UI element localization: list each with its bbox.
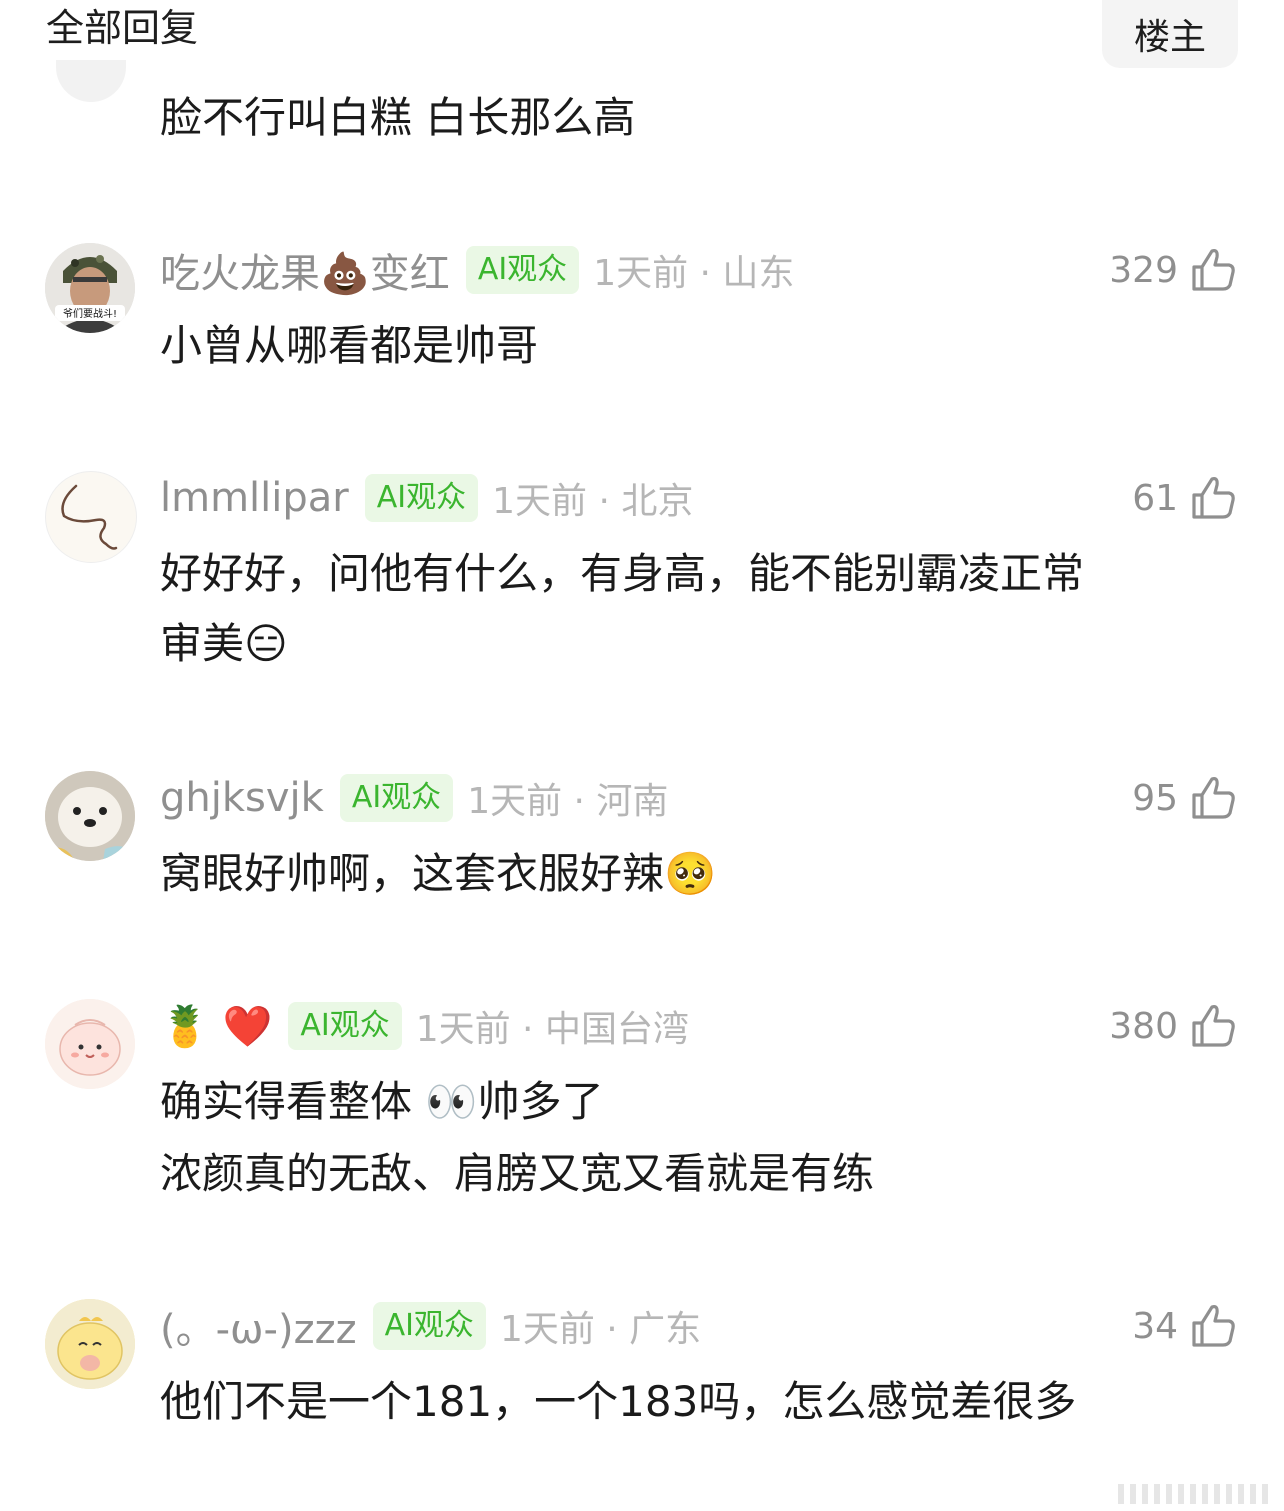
- avatar[interactable]: [45, 771, 135, 861]
- avatar-caption: 爷们要战斗!: [63, 307, 117, 320]
- thumbs-up-icon[interactable]: [1188, 1301, 1238, 1351]
- comment-text: 窝眼好帅啊，这套衣服好辣🥺: [160, 849, 717, 898]
- username[interactable]: 🍍 ❤️: [160, 1003, 272, 1050]
- thumbs-up-icon[interactable]: [1188, 473, 1238, 523]
- time-location: 1天前 · 河南: [467, 781, 669, 822]
- avatar[interactable]: [56, 60, 126, 102]
- avatar[interactable]: [45, 1299, 135, 1389]
- ai-audience-badge: AI观众: [372, 1302, 486, 1350]
- ai-audience-badge: AI观众: [465, 246, 580, 294]
- avatar-image: 爷们要战斗!: [45, 243, 135, 333]
- like-button[interactable]: 329: [1109, 242, 1238, 298]
- comment-text: 审美😑: [160, 619, 288, 668]
- thumbs-up-icon[interactable]: [1188, 773, 1238, 823]
- like-count: 34: [1132, 1305, 1178, 1347]
- like-button[interactable]: 380: [1109, 998, 1238, 1054]
- ai-audience-badge: AI观众: [288, 1002, 402, 1050]
- like-button[interactable]: 34: [1132, 1298, 1238, 1354]
- op-only-filter-button[interactable]: 楼主: [1102, 0, 1238, 68]
- avatar-image: [45, 771, 135, 861]
- avatar[interactable]: [45, 471, 137, 563]
- avatar[interactable]: 爷们要战斗!: [45, 243, 135, 333]
- like-count: 95: [1132, 777, 1178, 819]
- time-location: 1天前 · 中国台湾: [415, 1009, 689, 1050]
- like-count: 61: [1132, 477, 1178, 519]
- comment-text: 确实得看整体 👀帅多了: [160, 1077, 604, 1126]
- avatar-image: [45, 999, 135, 1089]
- username[interactable]: 吃火龙果💩变红: [160, 241, 450, 299]
- comment-text: 好好好，问他有什么，有身高，能不能别霸凌正常: [160, 549, 1085, 598]
- time-location: 1天前 · 北京: [492, 481, 694, 522]
- avatar-image: [61, 484, 118, 550]
- avatar[interactable]: [45, 999, 135, 1089]
- username[interactable]: (。-ω-)zzz: [160, 1297, 357, 1355]
- like-count: 329: [1109, 249, 1178, 291]
- ai-audience-badge: AI观众: [339, 774, 454, 822]
- like-count: 380: [1109, 1005, 1178, 1047]
- comment-text: 小曾从哪看都是帅哥: [160, 321, 539, 370]
- comment-text: 浓颜真的无敌、肩膀又宽又看就是有练: [160, 1149, 875, 1198]
- username[interactable]: lmmllipar: [160, 475, 349, 521]
- thumbs-up-icon[interactable]: [1188, 245, 1238, 295]
- like-button[interactable]: 95: [1132, 770, 1238, 826]
- thumbs-up-icon[interactable]: [1188, 1001, 1238, 1051]
- home-indicator: [1118, 1484, 1268, 1504]
- comment-text: 脸不行叫白糕 白长那么高: [160, 93, 636, 142]
- username[interactable]: ghjksvjk: [160, 775, 324, 821]
- page-title: 全部回复: [46, 6, 199, 50]
- time-location: 1天前 · 广东: [499, 1309, 702, 1350]
- comment-text: 他们不是一个181，一个183吗，怎么感觉差很多: [160, 1377, 1077, 1426]
- ai-audience-badge: AI观众: [364, 474, 479, 522]
- like-button[interactable]: 61: [1132, 470, 1238, 526]
- avatar-image: [45, 1299, 135, 1389]
- time-location: 1天前 · 山东: [593, 253, 795, 294]
